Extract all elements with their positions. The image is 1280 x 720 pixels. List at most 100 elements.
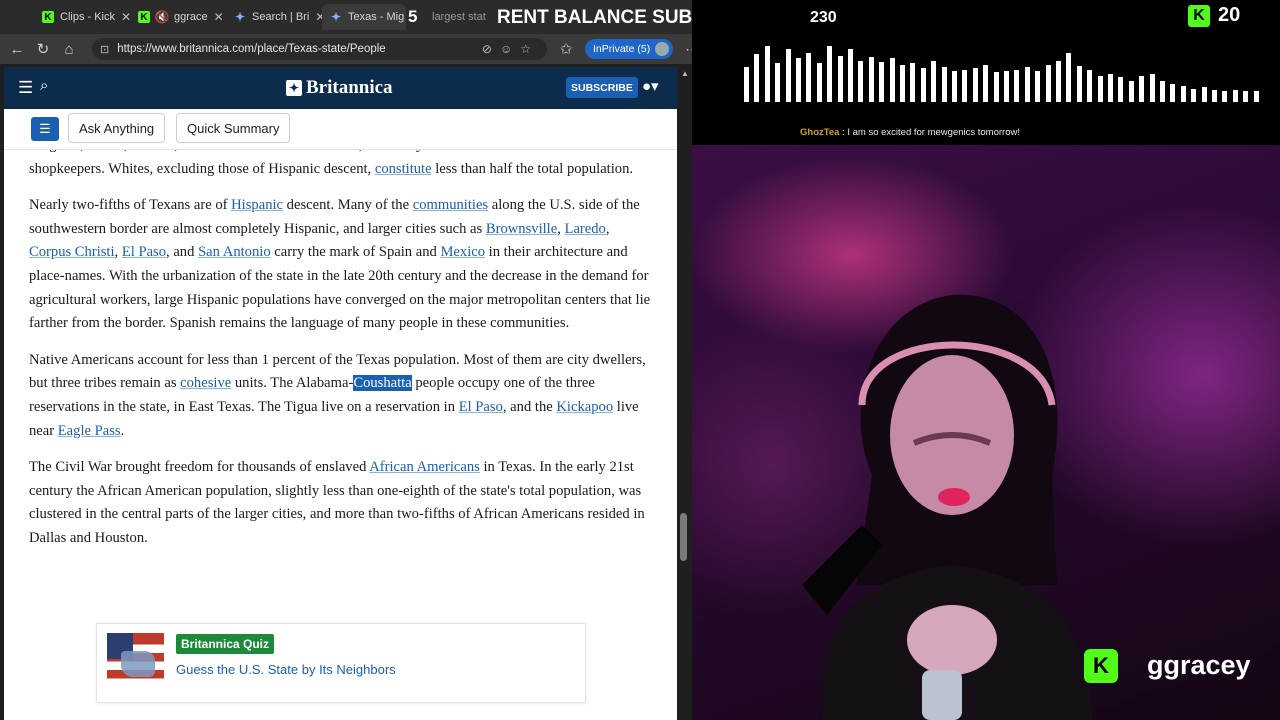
scroll-up-icon[interactable]: ▲	[681, 69, 689, 78]
chat-text: I am so excited for mewgenics tomorrow!	[847, 127, 1020, 138]
link-el-paso[interactable]: El Paso	[122, 244, 166, 260]
tab-largest-state[interactable]: largest stat	[424, 4, 494, 30]
streamer-figure	[802, 294, 1092, 720]
stream-header: 230 K 20 GhozTea : I am so excited for m…	[692, 0, 1280, 145]
audio-bar	[1024, 67, 1030, 102]
audio-bar	[837, 56, 843, 102]
audio-bar	[1243, 91, 1249, 102]
audio-bar	[962, 70, 968, 102]
url-text: https://www.britannica.com/place/Texas-s…	[117, 43, 386, 55]
quiz-title[interactable]: Guess the U.S. State by Its Neighbors	[176, 662, 396, 677]
site-info-icon[interactable]: ⊡	[100, 43, 109, 56]
logo-text: Britannica	[306, 77, 393, 98]
tab-texas[interactable]: ✦ Texas - Mig	[322, 4, 406, 30]
audio-bar	[920, 68, 926, 102]
audio-bar	[1160, 81, 1165, 102]
britannica-header: ☰ ⌕ ✦ Britannica SUBSCRIBE ●▾	[4, 67, 677, 109]
audio-bar	[1139, 76, 1145, 102]
audio-bar	[941, 67, 947, 102]
audio-bar	[1170, 84, 1176, 102]
link-eagle-pass[interactable]: Eagle Pass	[58, 423, 121, 439]
text: The Civil War brought freedom for thousa…	[29, 459, 370, 476]
audio-bar	[1014, 70, 1020, 102]
britannica-logo[interactable]: ✦ Britannica	[286, 77, 393, 99]
search-icon[interactable]: ⌕	[40, 77, 48, 94]
account-icon[interactable]: ●▾	[642, 77, 659, 95]
text: ,	[114, 244, 122, 261]
article-content: ☰ Ask Anything Quick Summary Belgians, D…	[4, 109, 677, 720]
text: units. The Alabama-	[231, 375, 354, 392]
link-laredo[interactable]: Laredo	[565, 221, 606, 237]
link-mexico[interactable]: Mexico	[440, 244, 485, 260]
text: less than half the total population.	[431, 160, 634, 177]
link-san-antonio[interactable]: San Antonio	[198, 244, 271, 260]
back-icon[interactable]: ←	[4, 41, 30, 58]
tab-clips-kick[interactable]: K Clips - Kick ✕	[34, 4, 130, 30]
link-corpus-christi[interactable]: Corpus Christi	[29, 244, 115, 260]
britannica-logo-icon: ✦	[286, 80, 302, 96]
link-constitute[interactable]: constitute	[375, 161, 432, 177]
article-body: Belgians, Danes, Italians, and Greeks al…	[29, 134, 654, 564]
link-cohesive[interactable]: cohesive	[180, 375, 231, 391]
table-of-contents-icon[interactable]: ☰	[31, 117, 59, 141]
article-paragraph: The Civil War brought freedom for thousa…	[29, 456, 654, 550]
ask-anything-button[interactable]: Ask Anything	[68, 113, 166, 143]
browser-window: K Clips - Kick ✕ K 🔇 ggrace ✕ ✦ Search |…	[0, 0, 692, 720]
scrollbar-thumb[interactable]	[680, 513, 687, 561]
quiz-badge: Britannica Quiz	[176, 634, 275, 654]
streamer-name: ggracey	[1147, 650, 1251, 680]
inprivate-label: InPrivate (5)	[593, 43, 651, 55]
selected-text[interactable]: Coushatta	[353, 375, 412, 392]
quick-summary-button[interactable]: Quick Summary	[176, 113, 291, 143]
audio-bar	[868, 57, 874, 102]
quiz-card[interactable]: Britannica Quiz Guess the U.S. State by …	[96, 623, 586, 703]
link-el-paso[interactable]: El Paso	[459, 399, 503, 415]
audio-bar	[1004, 71, 1009, 102]
audio-bar	[1066, 53, 1072, 102]
link-african-americans[interactable]: African Americans	[369, 459, 480, 475]
text: Nearly two-fifths of Texans are of	[29, 197, 232, 214]
refresh-icon[interactable]: ↻	[30, 40, 56, 58]
url-action-icons[interactable]: ⊘☺☆	[482, 42, 539, 56]
avatar	[655, 42, 670, 56]
link-hispanic[interactable]: Hispanic	[231, 197, 283, 213]
text: .	[120, 422, 125, 439]
audio-bar	[775, 63, 781, 102]
home-icon[interactable]: ⌂	[56, 41, 82, 58]
url-field[interactable]: ⊡ https://www.britannica.com/place/Texas…	[92, 38, 547, 60]
goal-count-left: 5	[408, 7, 418, 26]
article-toolbar: ☰ Ask Anything Quick Summary	[4, 109, 677, 150]
tab-ggrace[interactable]: K 🔇 ggrace ✕	[130, 4, 226, 30]
link-brownsville[interactable]: Brownsville	[486, 221, 557, 237]
more-menu-icon[interactable]: ⋯	[685, 41, 692, 58]
text: ,	[557, 220, 565, 237]
chat-message: GhozTea : I am so excited for mewgenics …	[800, 127, 1020, 138]
quiz-thumbnail	[107, 633, 164, 690]
close-icon[interactable]: ✕	[214, 10, 224, 24]
inprivate-button[interactable]: InPrivate (5)	[585, 39, 674, 59]
audio-bar	[1045, 65, 1051, 102]
audio-bar	[889, 58, 895, 102]
audio-bar	[1087, 70, 1093, 102]
hamburger-menu-icon[interactable]: ☰	[18, 78, 33, 98]
audio-bar	[993, 72, 999, 102]
speaker-muted-icon[interactable]: 🔇	[155, 10, 170, 24]
link-communities[interactable]: communities	[413, 197, 488, 213]
scrollbar[interactable]: ▲	[677, 67, 692, 720]
audio-bar	[827, 46, 833, 102]
favorites-icon[interactable]: ✩	[553, 40, 579, 58]
audio-bar	[1097, 76, 1103, 102]
audio-bar	[1149, 74, 1155, 102]
close-icon[interactable]: ✕	[121, 10, 130, 24]
tab-search-britannica[interactable]: ✦ Search | Bri ✕	[226, 4, 322, 30]
text: descent. Many of the	[283, 197, 413, 214]
audio-bar	[1056, 61, 1061, 102]
audio-bar	[1232, 90, 1238, 102]
sub-goal-count: 230	[810, 9, 837, 26]
link-kickapoo[interactable]: Kickapoo	[556, 399, 613, 415]
audio-bar	[1128, 81, 1134, 102]
close-icon[interactable]: ✕	[315, 10, 322, 24]
subscribe-button[interactable]: SUBSCRIBE	[566, 77, 638, 98]
article-paragraph: Native Americans account for less than 1…	[29, 349, 654, 443]
tab-label: largest stat	[432, 11, 486, 23]
